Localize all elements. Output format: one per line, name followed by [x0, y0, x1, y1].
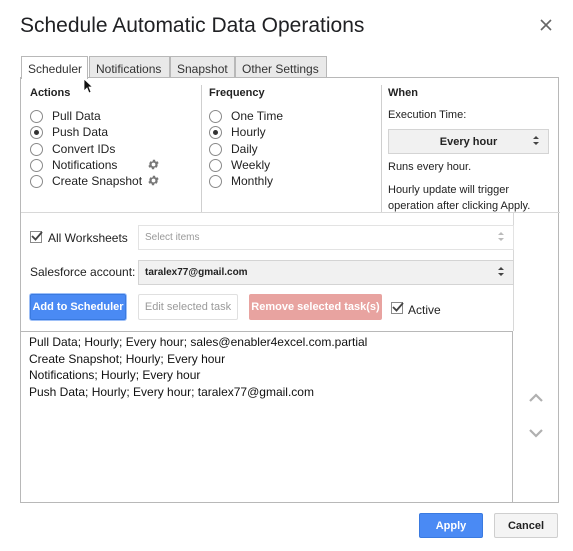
frequency-title: Frequency	[209, 87, 265, 99]
tab-notifications[interactable]: Notifications	[89, 56, 170, 78]
active-label: Active	[408, 303, 441, 317]
radio-icon[interactable]	[209, 158, 222, 172]
cancel-button[interactable]: Cancel	[494, 513, 558, 538]
radio-icon[interactable]	[30, 142, 43, 156]
notifications-settings-gear-icon[interactable]	[147, 158, 160, 171]
radio-icon[interactable]	[30, 158, 43, 172]
execution-info: Runs every hour.	[388, 161, 472, 173]
frequency-weekly[interactable]: Weekly	[209, 157, 270, 173]
active-checkbox[interactable]	[391, 302, 404, 314]
action-pull-data[interactable]: Pull Data	[30, 108, 101, 124]
radio-icon[interactable]	[30, 174, 43, 188]
salesforce-account-label: Salesforce account:	[30, 265, 136, 279]
close-icon[interactable]	[538, 17, 554, 33]
edit-selected-task-button[interactable]: Edit selected task	[138, 294, 238, 320]
list-item[interactable]: Pull Data; Hourly; Every hour; sales@ena…	[29, 334, 512, 351]
list-item[interactable]: Create Snapshot; Hourly; Every hour	[29, 351, 512, 368]
horizontal-divider	[21, 212, 560, 213]
all-worksheets-checkbox[interactable]	[30, 231, 43, 243]
select-arrows-icon	[497, 231, 505, 245]
salesforce-account-select[interactable]: taralex77@gmail.com	[138, 260, 514, 285]
radio-icon[interactable]	[209, 142, 222, 156]
snapshot-settings-gear-icon[interactable]	[147, 174, 160, 187]
radio-icon[interactable]	[209, 174, 222, 188]
radio-checked-icon[interactable]	[209, 125, 222, 139]
frequency-one-time[interactable]: One Time	[209, 108, 283, 124]
action-convert-ids[interactable]: Convert IDs	[30, 141, 115, 157]
execution-time-select[interactable]: Every hour	[388, 129, 549, 154]
task-list[interactable]: Pull Data; Hourly; Every hour; sales@ena…	[21, 331, 513, 502]
add-to-scheduler-button[interactable]: Add to Scheduler	[30, 294, 126, 320]
section-divider	[201, 85, 202, 212]
checkmark-icon	[31, 231, 43, 241]
move-up-chevron-icon[interactable]	[528, 392, 544, 404]
execution-note: Hourly update will trigger operation aft…	[388, 184, 531, 212]
checkmark-icon	[392, 302, 404, 312]
remove-selected-tasks-button[interactable]: Remove selected task(s)	[249, 294, 382, 320]
list-item[interactable]: Push Data; Hourly; Every hour; taralex77…	[29, 384, 512, 401]
list-item[interactable]: Notifications; Hourly; Every hour	[29, 367, 512, 384]
action-push-data[interactable]: Push Data	[30, 124, 108, 140]
tab-scheduler[interactable]: Scheduler	[21, 56, 88, 79]
scheduler-panel: Actions Pull Data Push Data Convert IDs …	[20, 77, 560, 503]
radio-icon[interactable]	[209, 109, 222, 123]
select-arrows-icon	[532, 135, 540, 149]
section-divider	[381, 85, 382, 212]
frequency-hourly[interactable]: Hourly	[209, 124, 266, 140]
tab-snapshot[interactable]: Snapshot	[170, 56, 235, 78]
action-create-snapshot[interactable]: Create Snapshot	[30, 173, 142, 189]
select-arrows-icon	[497, 266, 505, 280]
radio-checked-icon[interactable]	[30, 125, 43, 139]
all-worksheets-label: All Worksheets	[48, 231, 128, 245]
frequency-monthly[interactable]: Monthly	[209, 173, 273, 189]
apply-button[interactable]: Apply	[419, 513, 483, 538]
radio-icon[interactable]	[30, 109, 43, 123]
tab-other-settings[interactable]: Other Settings	[235, 56, 327, 78]
actions-title: Actions	[30, 87, 71, 99]
frequency-daily[interactable]: Daily	[209, 141, 258, 157]
mouse-cursor-icon	[83, 78, 93, 94]
when-title: When	[388, 87, 418, 99]
worksheet-select[interactable]: Select items	[138, 225, 514, 250]
dialog-title: Schedule Automatic Data Operations	[20, 14, 365, 37]
move-down-chevron-icon[interactable]	[528, 427, 544, 439]
execution-time-label: Execution Time:	[388, 109, 467, 121]
action-notifications[interactable]: Notifications	[30, 157, 117, 173]
